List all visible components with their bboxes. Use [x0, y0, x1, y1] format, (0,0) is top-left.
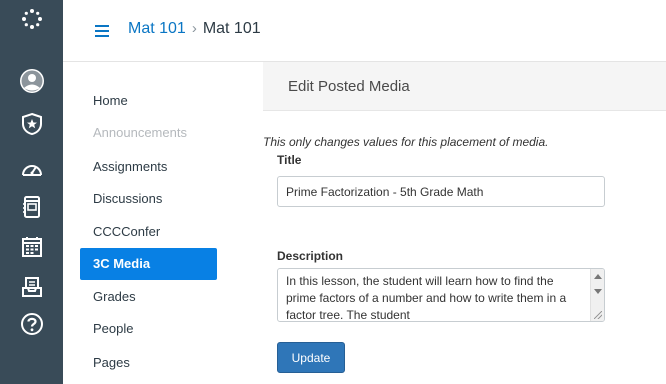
- page-title: Edit Posted Media: [288, 78, 410, 95]
- update-button[interactable]: Update: [277, 342, 345, 373]
- page-header: Mat 101 › Mat 101: [63, 0, 666, 62]
- dashboard-icon[interactable]: [0, 153, 63, 187]
- title-input[interactable]: [277, 176, 605, 207]
- hamburger-menu-icon[interactable]: [95, 25, 109, 37]
- scroll-up-icon[interactable]: [594, 274, 602, 279]
- resize-grip-icon[interactable]: [594, 311, 602, 319]
- inbox-icon[interactable]: [0, 270, 63, 304]
- breadcrumb-separator: ›: [191, 20, 197, 37]
- course-nav-announcements[interactable]: Announcements: [80, 117, 217, 149]
- title-label: Title: [277, 153, 302, 167]
- description-label: Description: [277, 249, 344, 263]
- scroll-down-icon[interactable]: [594, 289, 602, 294]
- course-nav-assignments[interactable]: Assignments: [80, 151, 217, 183]
- help-icon[interactable]: [0, 307, 63, 341]
- course-nav-grades[interactable]: Grades: [80, 281, 217, 313]
- calendar-icon[interactable]: [0, 230, 63, 264]
- global-nav: [0, 0, 63, 384]
- edit-media-header: Edit Posted Media: [263, 62, 666, 111]
- breadcrumb: Mat 101 › Mat 101: [128, 20, 261, 38]
- account-icon[interactable]: [0, 64, 63, 98]
- breadcrumb-current: Mat 101: [202, 20, 261, 37]
- course-nav-discussions[interactable]: Discussions: [80, 183, 217, 215]
- courses-icon[interactable]: [0, 190, 63, 224]
- course-nav-people[interactable]: People: [80, 313, 217, 345]
- description-textarea[interactable]: In this lesson, the student will learn h…: [277, 268, 605, 322]
- breadcrumb-link-course[interactable]: Mat 101: [128, 20, 186, 37]
- logo-icon[interactable]: [0, 2, 63, 36]
- description-scrollbar[interactable]: [590, 269, 604, 321]
- course-nav-3c-media[interactable]: 3C Media: [80, 248, 217, 280]
- description-text: In this lesson, the student will learn h…: [286, 274, 567, 322]
- course-nav-cccconfer[interactable]: CCCConfer: [80, 216, 217, 248]
- course-nav-pages[interactable]: Pages: [80, 347, 217, 379]
- admin-icon[interactable]: [0, 107, 63, 141]
- placement-note: This only changes values for this placem…: [263, 135, 549, 149]
- course-nav-home[interactable]: Home: [80, 85, 217, 117]
